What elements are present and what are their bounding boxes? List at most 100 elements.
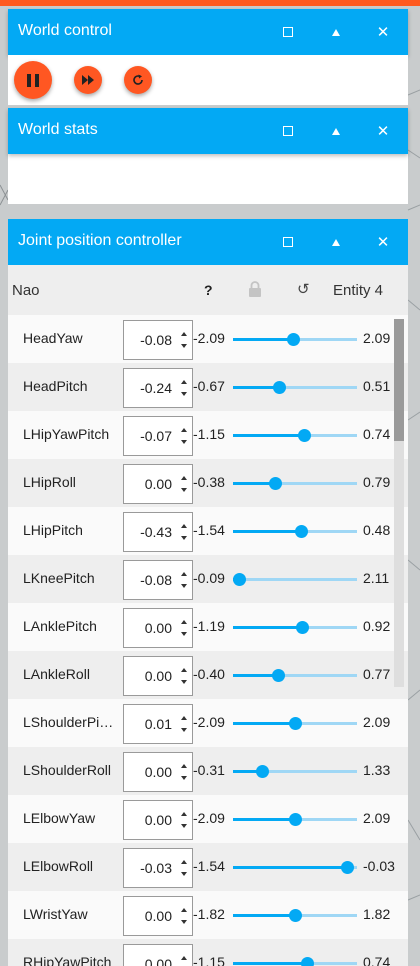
joint-value-spinbox[interactable]: 0.00 xyxy=(123,800,193,840)
spin-up-icon[interactable] xyxy=(181,380,187,384)
spin-down-icon[interactable] xyxy=(181,776,187,780)
joint-slider[interactable] xyxy=(233,477,357,490)
spin-up-icon[interactable] xyxy=(181,668,187,672)
spin-up-icon[interactable] xyxy=(181,428,187,432)
joint-slider[interactable] xyxy=(233,429,357,442)
collapse-button[interactable] xyxy=(313,9,359,55)
slider-thumb[interactable] xyxy=(295,525,309,538)
spin-down-icon[interactable] xyxy=(181,488,187,492)
spin-down-icon[interactable] xyxy=(181,536,187,540)
joint-value-spinbox[interactable]: -0.24 xyxy=(123,368,193,408)
joint-value-spinbox[interactable]: 0.00 xyxy=(123,608,193,648)
joint-name: LHipRoll xyxy=(23,474,76,490)
joint-value: 0.00 xyxy=(144,476,172,492)
joint-value-spinbox[interactable]: 0.00 xyxy=(123,944,193,966)
joint-value-spinbox[interactable]: -0.08 xyxy=(123,560,193,600)
spin-down-icon[interactable] xyxy=(181,632,187,636)
slider-thumb[interactable] xyxy=(271,669,285,682)
close-button[interactable]: ✕ xyxy=(360,219,406,265)
joint-max: 0.79 xyxy=(363,474,391,490)
joint-value-spinbox[interactable]: -0.07 xyxy=(123,416,193,456)
joint-min: -1.19 xyxy=(193,618,225,634)
maximize-button[interactable] xyxy=(265,9,311,55)
spin-up-icon[interactable] xyxy=(181,812,187,816)
slider-thumb[interactable] xyxy=(286,333,300,346)
joint-slider[interactable] xyxy=(233,861,357,874)
slider-thumb[interactable] xyxy=(301,957,315,966)
slider-thumb[interactable] xyxy=(269,477,283,490)
slider-thumb[interactable] xyxy=(272,381,286,394)
joint-slider[interactable] xyxy=(233,525,357,538)
slider-thumb[interactable] xyxy=(289,717,302,730)
spin-up-icon[interactable] xyxy=(181,716,187,720)
world-control-header[interactable]: World control ✕ xyxy=(8,9,408,55)
joint-value-spinbox[interactable]: -0.08 xyxy=(123,320,193,360)
slider-thumb[interactable] xyxy=(233,573,247,586)
spin-down-icon[interactable] xyxy=(181,392,187,396)
pause-button[interactable] xyxy=(14,61,52,99)
slider-thumb[interactable] xyxy=(289,909,302,922)
slider-thumb[interactable] xyxy=(255,765,269,778)
joint-slider[interactable] xyxy=(233,813,357,826)
maximize-button[interactable] xyxy=(265,108,311,154)
joint-slider[interactable] xyxy=(233,957,357,966)
joint-value-spinbox[interactable]: 0.01 xyxy=(123,704,193,744)
joint-value-spinbox[interactable]: -0.43 xyxy=(123,512,193,552)
spin-down-icon[interactable] xyxy=(181,680,187,684)
slider-thumb[interactable] xyxy=(341,861,355,874)
joint-slider[interactable] xyxy=(233,333,357,346)
joint-name: HeadPitch xyxy=(23,378,88,394)
spin-down-icon[interactable] xyxy=(181,728,187,732)
joint-name: LHipPitch xyxy=(23,522,83,538)
joint-value-spinbox[interactable]: 0.00 xyxy=(123,896,193,936)
joint-slider[interactable] xyxy=(233,381,357,394)
spin-up-icon[interactable] xyxy=(181,620,187,624)
scrollbar-thumb[interactable] xyxy=(394,319,404,441)
reset-button[interactable] xyxy=(124,66,152,94)
close-button[interactable]: ✕ xyxy=(360,9,406,55)
spin-down-icon[interactable] xyxy=(181,872,187,876)
spin-up-icon[interactable] xyxy=(181,476,187,480)
spin-up-icon[interactable] xyxy=(181,332,187,336)
spin-up-icon[interactable] xyxy=(181,764,187,768)
joint-value-spinbox[interactable]: -0.03 xyxy=(123,848,193,888)
spin-up-icon[interactable] xyxy=(181,572,187,576)
joint-value-spinbox[interactable]: 0.00 xyxy=(123,464,193,504)
collapse-button[interactable] xyxy=(313,108,359,154)
spin-down-icon[interactable] xyxy=(181,584,187,588)
joint-slider[interactable] xyxy=(233,621,357,634)
joint-max: 2.09 xyxy=(363,330,391,346)
reset-joints-icon[interactable]: ↺ xyxy=(297,280,310,298)
spin-up-icon[interactable] xyxy=(181,908,187,912)
spin-up-icon[interactable] xyxy=(181,860,187,864)
slider-fill xyxy=(233,818,295,821)
joint-value-spinbox[interactable]: 0.00 xyxy=(123,656,193,696)
joint-min: -0.40 xyxy=(193,666,225,682)
joint-slider[interactable] xyxy=(233,909,357,922)
help-button[interactable]: ? xyxy=(204,282,213,298)
fast-forward-icon xyxy=(82,75,94,85)
slider-thumb[interactable] xyxy=(289,813,302,826)
joint-slider[interactable] xyxy=(233,573,357,586)
step-button[interactable] xyxy=(74,66,102,94)
joint-slider[interactable] xyxy=(233,717,357,730)
collapse-button[interactable] xyxy=(313,219,359,265)
spin-down-icon[interactable] xyxy=(181,824,187,828)
spin-down-icon[interactable] xyxy=(181,920,187,924)
spin-up-icon[interactable] xyxy=(181,956,187,960)
world-stats-header[interactable]: World stats ✕ xyxy=(8,108,408,154)
spin-down-icon[interactable] xyxy=(181,344,187,348)
joint-controller-header[interactable]: Joint position controller ✕ xyxy=(8,219,408,265)
slider-thumb[interactable] xyxy=(297,429,311,442)
joint-slider[interactable] xyxy=(233,669,357,682)
lock-icon[interactable] xyxy=(248,281,262,297)
close-button[interactable]: ✕ xyxy=(360,108,406,154)
maximize-button[interactable] xyxy=(265,219,311,265)
spin-down-icon[interactable] xyxy=(181,440,187,444)
joint-controller-title: Joint position controller xyxy=(18,232,182,249)
slider-thumb[interactable] xyxy=(296,621,310,634)
joint-slider[interactable] xyxy=(233,765,357,778)
slider-fill xyxy=(233,338,293,341)
joint-value-spinbox[interactable]: 0.00 xyxy=(123,752,193,792)
spin-up-icon[interactable] xyxy=(181,524,187,528)
